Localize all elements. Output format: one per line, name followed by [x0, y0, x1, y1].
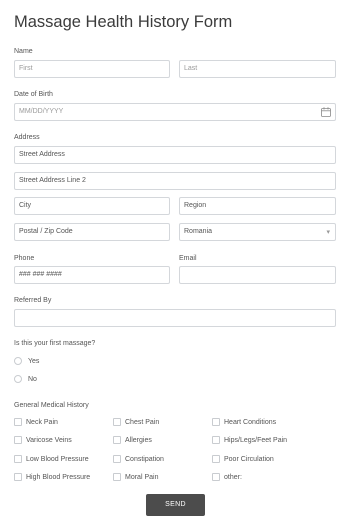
referred-by-label: Referred By — [14, 297, 52, 304]
checkbox[interactable] — [113, 436, 121, 444]
checkbox-high-blood-pressure[interactable]: High Blood Pressure — [14, 473, 90, 481]
checkbox-label: Neck Pain — [26, 418, 58, 426]
checkbox[interactable] — [14, 473, 22, 481]
checkbox-other[interactable]: other: — [212, 473, 242, 481]
checkbox[interactable] — [212, 473, 220, 481]
radio-button[interactable] — [14, 375, 22, 383]
chevron-down-icon: ▾ — [326, 229, 330, 236]
checkbox-label: Poor Circulation — [224, 455, 274, 463]
street-address-input[interactable]: Street Address — [14, 146, 336, 164]
referred-by-input[interactable] — [14, 309, 336, 327]
calendar-icon[interactable] — [321, 107, 331, 117]
email-input[interactable] — [179, 266, 336, 284]
radio-yes[interactable]: Yes — [14, 357, 39, 365]
checkbox-label: other: — [224, 473, 242, 481]
street-address-line2-input[interactable]: Street Address Line 2 — [14, 172, 336, 190]
checkbox-heart-conditions[interactable]: Heart Conditions — [212, 418, 276, 426]
checkbox[interactable] — [212, 436, 220, 444]
checkbox-varicose-veins[interactable]: Varicose Veins — [14, 436, 72, 444]
checkbox[interactable] — [14, 436, 22, 444]
checkbox-hips-legs-feet-pain[interactable]: Hips/Legs/Feet Pain — [212, 436, 287, 444]
checkbox[interactable] — [212, 418, 220, 426]
first-massage-label: Is this your first massage? — [14, 340, 96, 347]
checkbox[interactable] — [14, 455, 22, 463]
checkbox-label: Varicose Veins — [26, 436, 72, 444]
checkbox-label: Hips/Legs/Feet Pain — [224, 436, 288, 444]
radio-button[interactable] — [14, 357, 22, 365]
first-name-input[interactable]: First — [14, 60, 170, 78]
country-value: Romania — [184, 228, 213, 235]
form-title: Massage Health History Form — [14, 13, 233, 31]
checkbox[interactable] — [113, 418, 121, 426]
region-input[interactable]: Region — [179, 197, 336, 215]
dob-placeholder: MM/DD/YYYY — [19, 108, 64, 115]
checkbox[interactable] — [113, 473, 121, 481]
checkbox-label: Low Blood Pressure — [26, 455, 89, 463]
country-select[interactable]: Romania ▾ — [179, 223, 336, 241]
checkbox[interactable] — [212, 455, 220, 463]
checkbox-neck-pain[interactable]: Neck Pain — [14, 418, 58, 426]
address-label: Address — [14, 134, 40, 141]
checkbox-moral-pain[interactable]: Moral Pain — [113, 473, 158, 481]
radio-no[interactable]: No — [14, 375, 37, 383]
checkbox-label: Constipation — [125, 455, 164, 463]
radio-no-label: No — [28, 375, 37, 383]
radio-yes-label: Yes — [28, 357, 40, 365]
postal-code-input[interactable]: Postal / Zip Code — [14, 223, 170, 241]
checkbox[interactable] — [14, 418, 22, 426]
checkbox-constipation[interactable]: Constipation — [113, 455, 164, 463]
checkbox[interactable] — [113, 455, 121, 463]
checkbox-poor-circulation[interactable]: Poor Circulation — [212, 455, 274, 463]
email-label: Email — [179, 255, 197, 262]
last-name-input[interactable]: Last — [179, 60, 336, 78]
checkbox-label: Chest Pain — [125, 418, 160, 426]
checkbox-label: High Blood Pressure — [26, 473, 91, 481]
checkbox-label: Heart Conditions — [224, 418, 277, 426]
city-input[interactable]: City — [14, 197, 170, 215]
checkbox-low-blood-pressure[interactable]: Low Blood Pressure — [14, 455, 89, 463]
checkbox-chest-pain[interactable]: Chest Pain — [113, 418, 159, 426]
send-button[interactable]: SEND — [146, 494, 205, 516]
checkbox-allergies[interactable]: Allergies — [113, 436, 152, 444]
phone-label: Phone — [14, 255, 35, 262]
checkbox-label: Moral Pain — [125, 473, 159, 481]
medical-history-label: General Medical History — [14, 402, 89, 409]
phone-input[interactable]: ### ### #### — [14, 266, 170, 284]
name-label: Name — [14, 48, 33, 55]
dob-input[interactable]: MM/DD/YYYY — [14, 103, 336, 121]
checkbox-label: Allergies — [125, 436, 152, 444]
dob-label: Date of Birth — [14, 91, 53, 98]
